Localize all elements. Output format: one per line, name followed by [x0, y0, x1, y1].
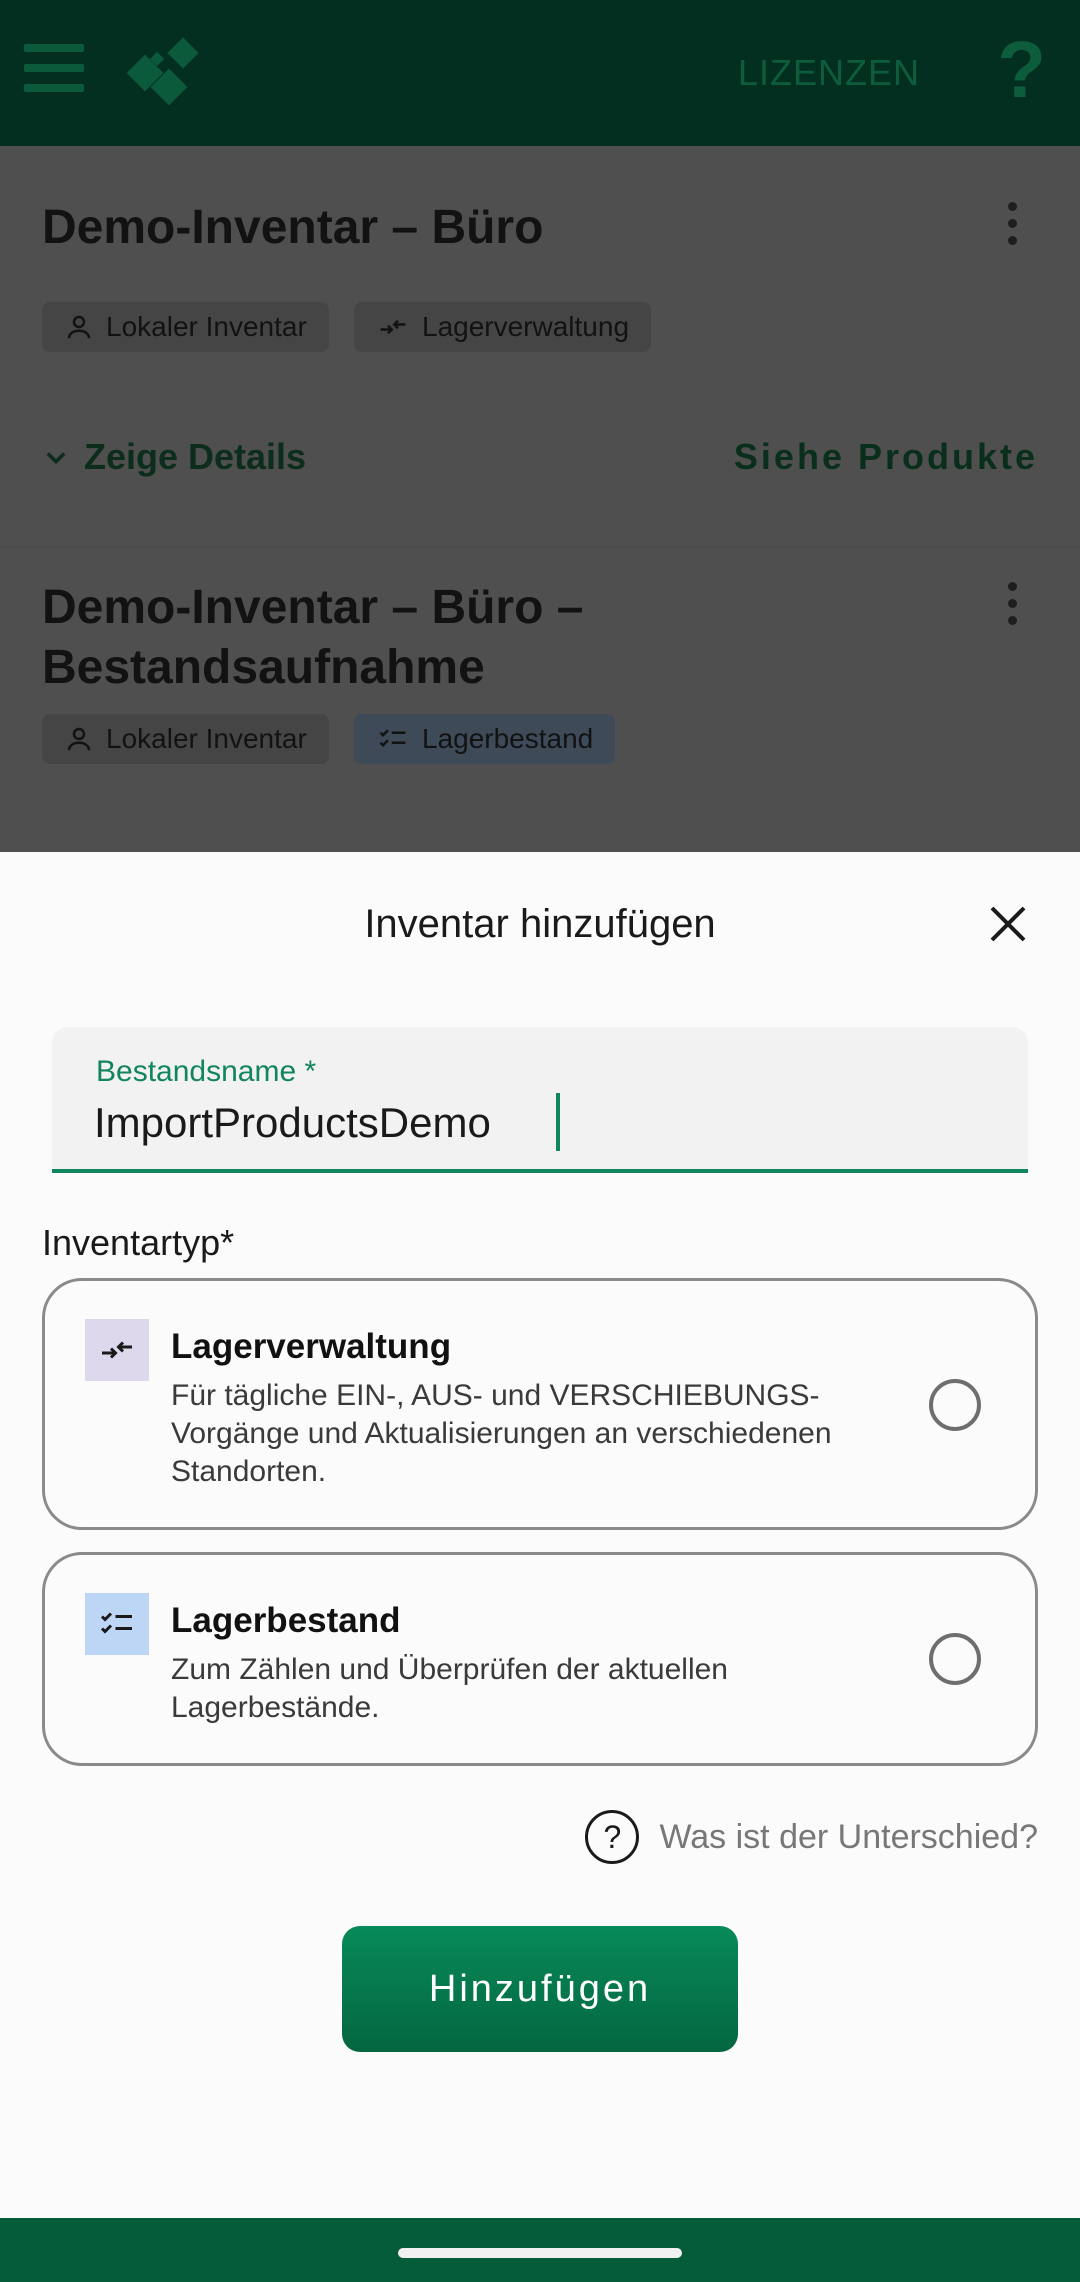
- option-title: Lagerverwaltung: [171, 1327, 452, 1366]
- option-stock-management[interactable]: Lagerverwaltung Für tägliche EIN-, AUS- …: [42, 1278, 1038, 1530]
- chip-stock-management: Lagerverwaltung: [354, 302, 652, 352]
- transfer-icon: [85, 1319, 149, 1381]
- inventory-name-input[interactable]: [94, 1093, 974, 1153]
- difference-link[interactable]: ? Was ist der Unterschied?: [585, 1810, 1038, 1864]
- inventory-card[interactable]: Demo-Inventar – Büro – Bestandsaufnahme …: [0, 548, 1080, 852]
- menu-icon[interactable]: [24, 44, 84, 96]
- difference-label: Was ist der Unterschied?: [659, 1817, 1038, 1856]
- option-description: Zum Zählen und Überprüfen der aktuellen …: [171, 1653, 728, 1724]
- home-handle[interactable]: [398, 2248, 682, 2258]
- chip-stock-count: Lagerbestand: [354, 714, 616, 764]
- inventory-title: Demo-Inventar – Büro – Bestandsaufnahme: [42, 581, 584, 694]
- system-nav-bar: [0, 2218, 1080, 2282]
- checklist-icon: [85, 1593, 149, 1655]
- inventory-card[interactable]: Demo-Inventar – Büro Lokaler Inventar La…: [0, 146, 1080, 546]
- inventory-type-label: Inventartyp*: [42, 1222, 235, 1263]
- close-icon[interactable]: [988, 904, 1028, 944]
- chip-local-inventory: Lokaler Inventar: [42, 714, 329, 764]
- radio-stock-management[interactable]: [929, 1379, 981, 1431]
- inventory-name-field[interactable]: Bestandsname *: [52, 1027, 1028, 1173]
- help-circle-icon: ?: [585, 1810, 640, 1864]
- add-button[interactable]: Hinzufügen: [342, 1926, 738, 2052]
- app-bar: LIZENZEN ?: [0, 0, 1080, 146]
- inventory-name-label: Bestandsname *: [96, 1055, 317, 1088]
- show-details-label: Zeige Details: [84, 436, 307, 477]
- add-inventory-sheet: Inventar hinzufügen Bestandsname * Inven…: [0, 852, 1080, 2218]
- text-cursor: [556, 1093, 560, 1151]
- radio-stock-count[interactable]: [929, 1633, 981, 1685]
- help-icon[interactable]: ?: [997, 30, 1046, 110]
- inventory-list: Demo-Inventar – Büro Lokaler Inventar La…: [0, 146, 1080, 852]
- see-products-button[interactable]: Siehe Produkte: [734, 436, 1038, 478]
- chip-local-inventory: Lokaler Inventar: [42, 302, 329, 352]
- option-stock-count[interactable]: Lagerbestand Zum Zählen und Überprüfen d…: [42, 1552, 1038, 1766]
- person-icon: [67, 315, 91, 339]
- show-details-button[interactable]: Zeige Details: [42, 436, 306, 478]
- licenses-button[interactable]: LIZENZEN: [738, 52, 920, 94]
- chip-label: Lokaler Inventar: [106, 723, 307, 754]
- sheet-title: Inventar hinzufügen: [364, 902, 716, 946]
- checklist-icon: [379, 729, 406, 748]
- person-icon: [67, 727, 91, 751]
- chip-label: Lagerverwaltung: [422, 311, 630, 342]
- app-logo-icon: [126, 37, 199, 106]
- inventory-title: Demo-Inventar – Büro: [42, 201, 544, 254]
- transfer-icon: [380, 319, 406, 335]
- chevron-down-icon: [46, 452, 66, 465]
- more-options-icon[interactable]: [1008, 202, 1020, 253]
- chip-label: Lagerbestand: [422, 723, 594, 754]
- more-options-icon[interactable]: [1008, 582, 1020, 633]
- chip-label: Lokaler Inventar: [106, 311, 307, 342]
- option-title: Lagerbestand: [171, 1601, 401, 1640]
- option-description: Für tägliche EIN-, AUS- und VERSCHIEBUNG…: [171, 1379, 832, 1488]
